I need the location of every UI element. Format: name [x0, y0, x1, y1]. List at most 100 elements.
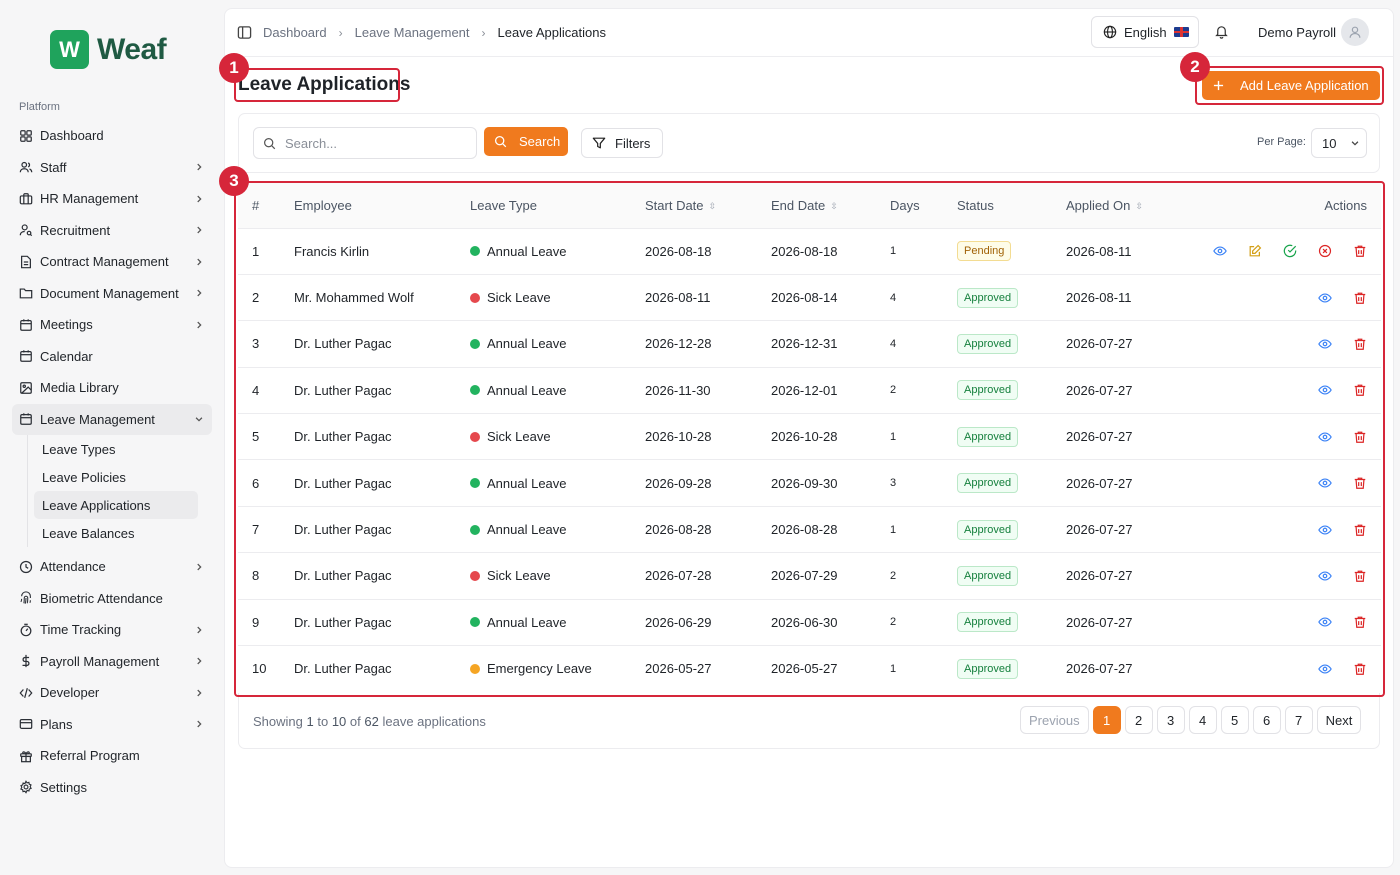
sidebar-toggle-icon[interactable] — [237, 25, 252, 40]
sidebar-subitem-leave-policies[interactable]: Leave Policies — [34, 463, 198, 491]
sidebar-item-label: Dashboard — [40, 128, 104, 144]
grid-icon — [19, 129, 33, 143]
calendar-icon — [19, 412, 33, 426]
per-page-value: 10 — [1322, 135, 1337, 151]
gear-icon — [19, 780, 33, 795]
sidebar-item-attendance[interactable]: Attendance — [12, 551, 212, 583]
annotation-box-2 — [1195, 66, 1384, 105]
chevron-right-icon — [194, 656, 204, 666]
briefcase-icon — [19, 192, 33, 206]
chevron-right-icon — [194, 320, 204, 330]
page-button-7[interactable]: 7 — [1284, 706, 1313, 734]
sidebar-item-label: Recruitment — [40, 222, 111, 238]
page-button-2[interactable]: 2 — [1124, 706, 1153, 734]
sidebar-item-meetings[interactable]: Meetings — [12, 309, 212, 341]
main-panel: Dashboard › Leave Management › Leave App… — [219, 8, 1394, 868]
pagination-summary: Showing 1 to 10 of 62 leave applications — [253, 714, 486, 729]
annotation-marker-1: 1 — [219, 53, 249, 83]
page-button-3[interactable]: 3 — [1156, 706, 1185, 734]
filters-button-label: Filters — [615, 135, 651, 151]
sidebar-subitem-leave-balances[interactable]: Leave Balances — [34, 519, 198, 547]
image-icon — [19, 381, 33, 395]
chevron-right-icon — [194, 625, 204, 635]
page-button-5[interactable]: 5 — [1220, 706, 1249, 734]
chevron-right-icon — [194, 225, 204, 235]
breadcrumb-current: Leave Applications — [497, 25, 606, 40]
leave-management-submenu: Leave Types Leave Policies Leave Applicati… — [27, 435, 212, 547]
user-name[interactable]: Demo Payroll — [1258, 25, 1336, 40]
logo[interactable]: W Weaf — [50, 30, 167, 69]
summary-from: 1 — [306, 714, 314, 729]
table-footer: Showing 1 to 10 of 62 leave applications… — [238, 693, 1380, 749]
sidebar-item-calendar[interactable]: Calendar — [12, 341, 212, 373]
next-page-button[interactable]: Next — [1316, 706, 1362, 734]
chevron-down-icon — [194, 414, 204, 424]
summary-of-word: of — [349, 714, 361, 729]
summary-total: 62 — [364, 714, 379, 729]
sidebar-item-biometric-attendance[interactable]: Biometric Attendance — [12, 583, 212, 615]
sidebar-item-plans[interactable]: Plans — [12, 709, 212, 741]
sidebar-item-label: Developer — [40, 685, 100, 701]
card-icon — [19, 717, 33, 731]
filter-bar: Search Filters Per Page: 10 — [238, 113, 1380, 173]
logo-mark: W — [50, 30, 89, 69]
sidebar-item-label: Media Library — [40, 380, 119, 396]
timer-icon — [19, 623, 33, 637]
breadcrumb-leave-management[interactable]: Leave Management — [355, 25, 470, 40]
sidebar-item-recruitment[interactable]: Recruitment — [12, 215, 212, 247]
filter-icon — [592, 136, 606, 150]
sidebar-item-label: Leave Management — [40, 411, 155, 427]
search-button[interactable]: Search — [484, 127, 568, 156]
page-button-4[interactable]: 4 — [1188, 706, 1217, 734]
sidebar-item-dashboard[interactable]: Dashboard — [12, 120, 212, 152]
search-button-label: Search — [519, 134, 561, 149]
summary-prefix: Showing — [253, 714, 303, 729]
sidebar-item-label: Time Tracking — [40, 622, 122, 638]
sidebar-item-time-tracking[interactable]: Time Tracking — [12, 614, 212, 646]
chevron-right-icon — [194, 288, 204, 298]
annotation-marker-3: 3 — [219, 166, 249, 196]
gift-icon — [19, 749, 33, 763]
sidebar-item-document-management[interactable]: Document Management — [12, 278, 212, 310]
summary-to: 10 — [331, 714, 347, 729]
chevron-right-icon: › — [338, 25, 343, 40]
per-page-select[interactable]: 10 — [1311, 128, 1367, 158]
page-button-1[interactable]: 1 — [1092, 706, 1121, 734]
bell-icon[interactable] — [1214, 24, 1229, 39]
sidebar-item-payroll-management[interactable]: Payroll Management — [12, 646, 212, 678]
sidebar-item-staff[interactable]: Staff — [12, 152, 212, 184]
sidebar-item-settings[interactable]: Settings — [12, 772, 212, 804]
sidebar-subitem-leave-applications[interactable]: Leave Applications — [34, 491, 198, 519]
summary-to-word: to — [317, 714, 329, 729]
page-button-6[interactable]: 6 — [1252, 706, 1281, 734]
topbar: Dashboard › Leave Management › Leave App… — [225, 9, 1393, 57]
language-selector[interactable]: English — [1091, 16, 1199, 48]
filters-button[interactable]: Filters — [581, 128, 663, 158]
sidebar: W Weaf Platform Dashboard Staff HR Managem… — [0, 0, 224, 875]
sidebar-item-label: Calendar — [40, 348, 93, 364]
breadcrumb: Dashboard › Leave Management › Leave App… — [263, 25, 606, 40]
avatar[interactable] — [1341, 18, 1369, 46]
search-field[interactable] — [253, 127, 477, 159]
calendar-icon — [19, 318, 33, 332]
language-label: English — [1124, 24, 1167, 40]
sidebar-item-label: Meetings — [40, 317, 93, 333]
summary-suffix: leave applications — [382, 714, 486, 729]
sidebar-item-label: Biometric Attendance — [40, 590, 163, 606]
chevron-down-icon — [1350, 138, 1360, 148]
sidebar-item-referral-program[interactable]: Referral Program — [12, 740, 212, 772]
search-input[interactable] — [285, 135, 465, 151]
sidebar-subitem-leave-types[interactable]: Leave Types — [34, 435, 198, 463]
chevron-right-icon — [194, 688, 204, 698]
sidebar-item-hr-management[interactable]: HR Management — [12, 183, 212, 215]
sidebar-item-label: Document Management — [40, 285, 179, 301]
sidebar-item-developer[interactable]: Developer — [12, 677, 212, 709]
clock-icon — [19, 560, 33, 574]
previous-page-button[interactable]: Previous — [1020, 706, 1089, 734]
sidebar-item-media-library[interactable]: Media Library — [12, 372, 212, 404]
sidebar-item-leave-management[interactable]: Leave Management — [12, 403, 212, 435]
sidebar-item-contract-management[interactable]: Contract Management — [12, 246, 212, 278]
users-icon — [19, 160, 33, 174]
user-search-icon — [19, 223, 33, 237]
breadcrumb-dashboard[interactable]: Dashboard — [263, 25, 327, 40]
